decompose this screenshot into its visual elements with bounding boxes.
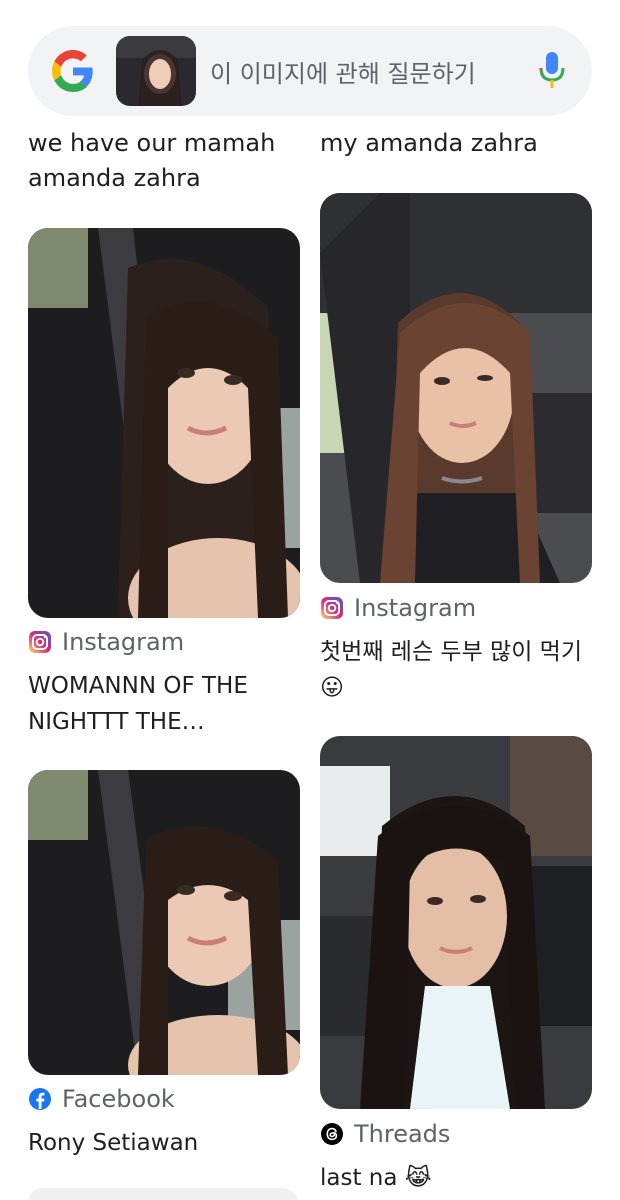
source-label: Threads	[354, 1120, 451, 1148]
instagram-icon	[321, 597, 343, 619]
result-title[interactable]: WOMANNN OF THE NIGHTTT THE…	[28, 668, 300, 740]
result-title[interactable]: last na 😹	[320, 1160, 592, 1196]
search-image-thumbnail[interactable]	[116, 36, 196, 106]
result-source[interactable]: Instagram	[320, 594, 476, 622]
search-input[interactable]: 이 이미지에 관해 질문하기	[210, 54, 476, 89]
source-label: Facebook	[62, 1085, 175, 1113]
instagram-icon	[29, 631, 51, 653]
result-image[interactable]	[320, 736, 592, 1109]
facebook-icon	[29, 1088, 51, 1110]
result-image[interactable]	[28, 228, 300, 618]
google-logo-icon[interactable]	[52, 50, 94, 92]
result-source[interactable]: Threads	[320, 1120, 450, 1148]
result-title[interactable]: 첫번째 레슨 두부 많이 먹기😛	[320, 634, 592, 706]
source-label: Instagram	[62, 628, 185, 656]
result-title[interactable]: Rony Setiawan	[28, 1125, 300, 1161]
threads-icon	[321, 1123, 343, 1145]
result-source[interactable]: Instagram	[28, 628, 184, 656]
next-result-card[interactable]	[28, 1188, 298, 1200]
result-title[interactable]: we have our mamah amanda zahra	[28, 126, 298, 196]
result-image[interactable]	[320, 193, 592, 583]
result-source[interactable]: Facebook	[28, 1085, 175, 1113]
result-title[interactable]: my amanda zahra	[320, 126, 592, 161]
result-image[interactable]	[28, 770, 300, 1075]
source-label: Instagram	[354, 594, 477, 622]
microphone-icon[interactable]	[538, 50, 566, 92]
